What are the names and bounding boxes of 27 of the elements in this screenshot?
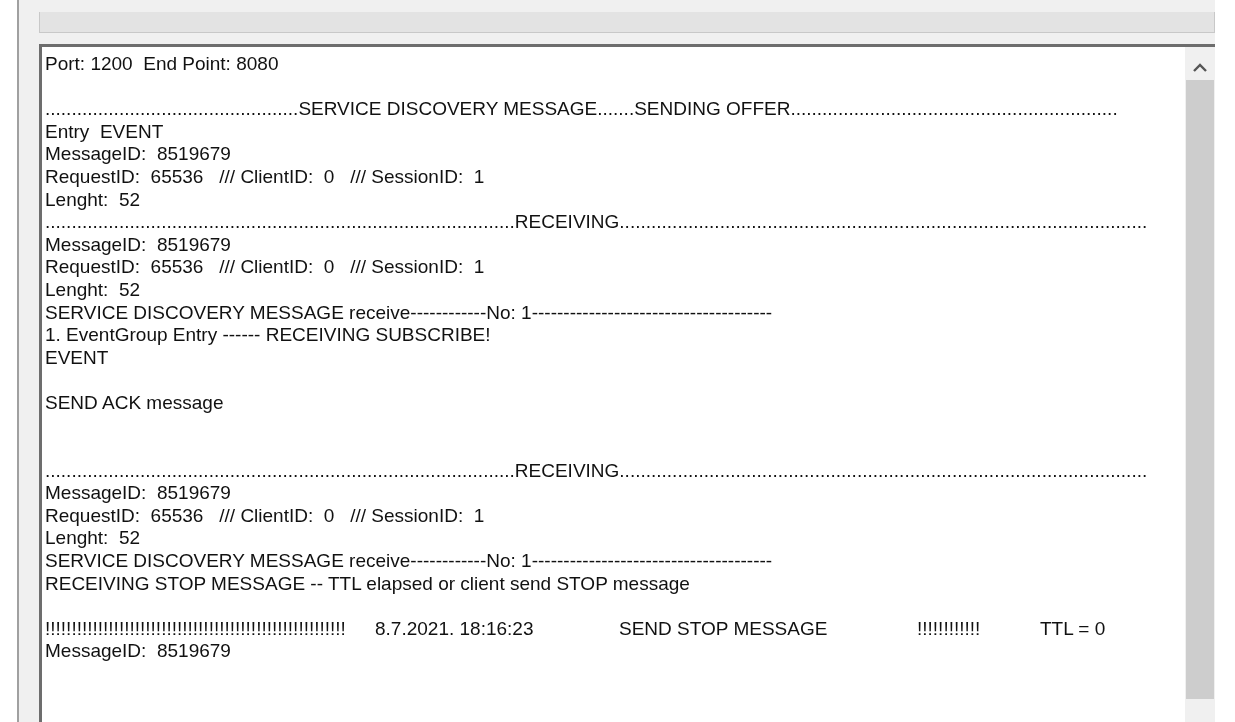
log-line: Port: 1200 End Point: 8080 xyxy=(45,53,279,74)
log-line: .........................................................................................RECEIVING.................................................................................................... xyxy=(45,211,1148,233)
log-text: 8.7.2021. 18:16:23 xyxy=(375,617,534,639)
log-line: RequestID: 65536 /// ClientID: 0 /// SessionID: 1 xyxy=(45,256,485,278)
log-line: RequestID: 65536 /// ClientID: 0 /// SessionID: 1 xyxy=(45,504,485,526)
log-line: MessageID: 8519679 xyxy=(45,233,231,255)
log-line: MessageID: 8519679 xyxy=(45,482,231,504)
log-line: .........................................................................................RECEIVING.................................................................................................... xyxy=(45,459,1148,481)
log-line: Lenght: 52 xyxy=(45,527,141,549)
log-line: 1. EventGroup Entry ------ RECEIVING SUBSCRIBE! xyxy=(45,324,491,346)
log-text: SEND STOP MESSAGE xyxy=(619,617,828,639)
log-line: Entry EVENT xyxy=(45,120,164,142)
log-line: MessageID: 8519679 xyxy=(45,143,231,165)
log-text: TTL = 0 xyxy=(1040,617,1106,639)
log-line: MessageID: 8519679 xyxy=(45,640,231,662)
log-line: Lenght: 52 xyxy=(45,278,141,300)
log-text: !!!!!!!!!!!!!!!!!!!!!!!!!!!!!!!!!!!!!!!!!!!!!!!!!!!!!!!!! xyxy=(45,617,346,639)
log-line: SERVICE DISCOVERY MESSAGE receive------------No: 1-------------------------------------- xyxy=(45,301,773,323)
log-line: RequestID: 65536 /// ClientID: 0 /// SessionID: 1 xyxy=(45,165,485,187)
log-line: SEND ACK message xyxy=(45,391,224,413)
log-line: ................................................SERVICE DISCOVERY MESSAGE.......SENDING OFFER.............................................................. xyxy=(45,98,1118,120)
log-line: SERVICE DISCOVERY MESSAGE receive------------No: 1-------------------------------------- xyxy=(45,550,773,572)
log-line: RECEIVING STOP MESSAGE -- TTL elapsed or client send STOP message xyxy=(45,572,690,594)
log-text: !!!!!!!!!!!! xyxy=(917,617,981,639)
log-line: EVENT xyxy=(45,346,109,368)
log-line: Lenght: 52 xyxy=(45,188,141,210)
chevron-up-icon[interactable] xyxy=(1193,63,1207,72)
